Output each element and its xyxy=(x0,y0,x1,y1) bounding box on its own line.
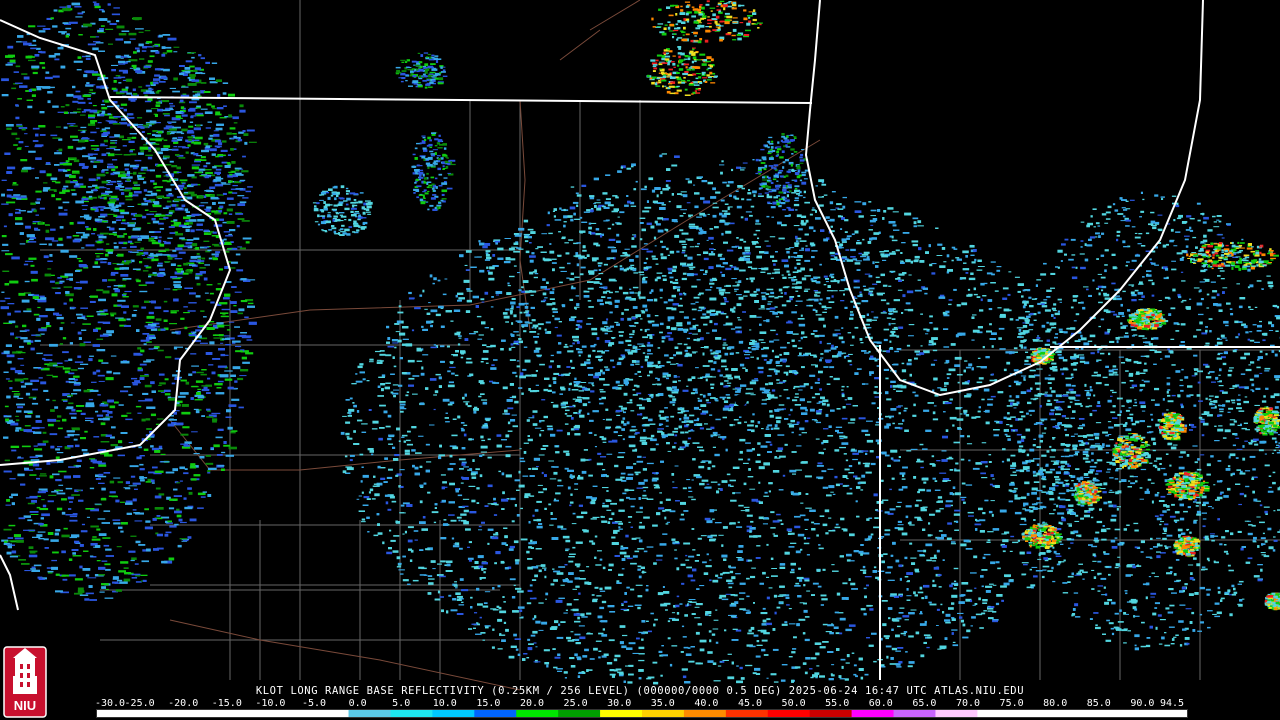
colorbar-segment xyxy=(809,710,853,717)
colorbar-segment xyxy=(558,710,602,717)
scale-tick-label: 60.0 xyxy=(868,698,893,709)
colorbar-segment xyxy=(180,710,224,717)
scale-tick-label: 35.0 xyxy=(650,698,675,709)
colorbar-segment xyxy=(1019,710,1063,717)
colorbar-segment xyxy=(432,710,476,717)
colorbar-segment xyxy=(1061,710,1105,717)
colorbar-segment xyxy=(642,710,685,717)
colorbar-segment xyxy=(1103,710,1147,717)
scale-tick-label: 65.0 xyxy=(912,698,937,709)
scale-tick-label: -15.0 xyxy=(211,698,242,709)
niu-logo: NIU xyxy=(3,646,47,718)
scale-tick-label: 45.0 xyxy=(737,698,763,709)
scale-tick-label: 70.0 xyxy=(955,698,981,709)
scale-tick-label: -10.0 xyxy=(255,698,286,709)
scale-tick-label: 10.0 xyxy=(432,698,457,709)
colorbar-segment xyxy=(138,710,182,717)
scale-tick-label: -25.0 xyxy=(124,698,155,709)
colorbar-segment xyxy=(935,710,979,717)
scale-tick-label: 5.0 xyxy=(392,698,411,709)
radar-site-marker xyxy=(735,394,747,406)
scale-tick-label: 75.0 xyxy=(999,698,1024,709)
scale-tick-label: 15.0 xyxy=(476,698,501,709)
colorbar-segment xyxy=(851,710,895,717)
colorbar-segment xyxy=(893,710,937,717)
scale-tick-label: -30.0 xyxy=(94,698,126,709)
colorbar-segment xyxy=(1145,710,1187,717)
colorbar-segment xyxy=(97,710,140,717)
scale-tick-label: 85.0 xyxy=(1086,698,1111,709)
scale-tick-label: -20.0 xyxy=(168,698,199,709)
radar-map xyxy=(0,0,1280,691)
colorbar-segment xyxy=(390,710,434,717)
colorbar-segment xyxy=(600,710,643,717)
colorbar-segment xyxy=(977,710,1021,717)
reflectivity-scale-labels: -30.0 -25.0 -20.0 -15.0 -10.0 -5.0 0.0 5.0 10.0 1… xyxy=(94,698,1186,709)
colorbar-segment xyxy=(725,710,769,717)
scale-tick-label: 55.0 xyxy=(825,698,850,709)
scale-tick-label: 80.0 xyxy=(1043,698,1068,709)
western-border-south xyxy=(0,554,19,611)
colorbar-segment xyxy=(306,710,350,717)
scale-tick-label: -5.0 xyxy=(301,698,327,709)
scale-tick-label: 25.0 xyxy=(563,698,588,709)
scale-tick-label: 30.0 xyxy=(607,698,632,709)
colorbar-segment xyxy=(348,710,392,717)
scale-tick-label: 50.0 xyxy=(781,698,806,709)
colorbar-segment xyxy=(474,710,518,717)
scale-tick-label: 20.0 xyxy=(519,698,545,709)
colorbar-segment xyxy=(516,710,560,717)
radar-caption: KLOT LONG RANGE BASE REFLECTIVITY (0.25K… xyxy=(255,685,1025,697)
scale-tick-label: 0.0 xyxy=(348,698,367,709)
wisconsin-illinois-border xyxy=(109,96,813,104)
colorbar-segment xyxy=(683,710,727,717)
radar-viewer: KLOT LONG RANGE BASE REFLECTIVITY (0.25K… xyxy=(0,0,1280,720)
colorbar-segment xyxy=(264,710,308,717)
scale-tick-label: 94.5 xyxy=(1159,698,1185,709)
colorbar-segment xyxy=(222,710,266,717)
reflectivity-colorbar xyxy=(96,709,1188,718)
scale-tick-label: 40.0 xyxy=(694,698,719,709)
scale-tick-label: 90.0 xyxy=(1130,698,1155,709)
colorbar-segment xyxy=(767,710,811,717)
niu-logo-text: NIU xyxy=(14,698,36,713)
